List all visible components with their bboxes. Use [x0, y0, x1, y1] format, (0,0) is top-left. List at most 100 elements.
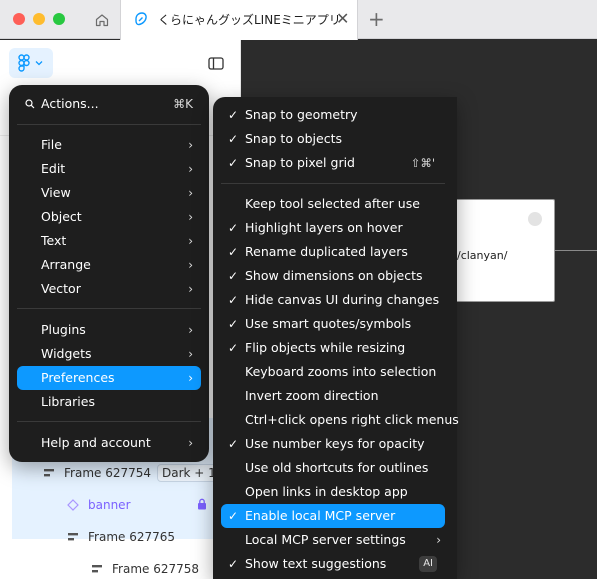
menu-item-arrange[interactable]: Arrange ›	[17, 253, 201, 277]
pref-label: Rename duplicated layers	[245, 244, 408, 259]
chevron-right-icon: ›	[436, 533, 441, 547]
menu-item-label: Arrange	[41, 257, 91, 272]
pref-label: Flip objects while resizing	[245, 340, 406, 355]
menu-item-libraries[interactable]: Libraries	[17, 390, 201, 414]
pref-label: Enable local MCP server	[245, 508, 396, 523]
pref-label: Snap to geometry	[245, 107, 358, 122]
pref-ctrl-click-menus[interactable]: Ctrl+click opens right click menus	[221, 408, 459, 432]
chevron-right-icon: ›	[188, 162, 193, 176]
pref-invert-zoom[interactable]: Invert zoom direction	[221, 384, 445, 408]
menu-divider	[17, 124, 201, 125]
menu-item-label: Object	[41, 209, 82, 224]
pref-flip-objects[interactable]: ✓ Flip objects while resizing	[221, 336, 445, 360]
pref-hide-canvas-ui[interactable]: ✓ Hide canvas UI during changes	[221, 288, 445, 312]
menu-item-vector[interactable]: Vector ›	[17, 277, 201, 301]
actions-search-item[interactable]: Actions... ⌘K	[17, 92, 201, 116]
menu-item-label: Text	[41, 233, 67, 248]
canvas-connector-line	[555, 250, 597, 251]
pref-label: Snap to objects	[245, 131, 342, 146]
canvas-frame-avatar	[528, 212, 542, 226]
pref-label: Ctrl+click opens right click menus	[245, 412, 459, 427]
lock-icon[interactable]	[197, 498, 207, 510]
pref-label: Highlight layers on hover	[245, 220, 403, 235]
pref-label: Keyboard zooms into selection	[245, 364, 437, 379]
pref-highlight-layers-on-hover[interactable]: ✓ Highlight layers on hover	[221, 216, 445, 240]
checkmark-icon: ✓	[228, 341, 239, 355]
pref-label: Use number keys for opacity	[245, 436, 425, 451]
pref-label: Invert zoom direction	[245, 388, 379, 403]
menu-item-text[interactable]: Text ›	[17, 229, 201, 253]
checkmark-icon: ✓	[228, 108, 239, 122]
window-maximize-button[interactable]	[53, 13, 65, 25]
chevron-down-icon	[35, 61, 43, 66]
tab-title: くらにゃんグッズLINEミニアプリ	[158, 13, 341, 27]
menu-item-label: Edit	[41, 161, 66, 176]
home-icon	[95, 13, 109, 26]
layer-row-frame-627754[interactable]: Frame 627754 Dark + 1	[40, 462, 221, 484]
layer-name: Frame 627754	[64, 466, 152, 480]
menu-item-label: Widgets	[41, 346, 92, 361]
checkmark-icon: ✓	[228, 221, 239, 235]
home-button[interactable]	[84, 0, 120, 39]
pref-number-keys-opacity[interactable]: ✓ Use number keys for opacity	[221, 432, 445, 456]
chevron-right-icon: ›	[188, 371, 193, 385]
window-minimize-button[interactable]	[33, 13, 45, 25]
layer-name: Frame 627758	[112, 562, 200, 576]
pref-smart-quotes[interactable]: ✓ Use smart quotes/symbols	[221, 312, 445, 336]
figma-logo-icon	[18, 54, 30, 72]
menu-divider	[221, 183, 445, 184]
pref-local-mcp-settings[interactable]: Local MCP server settings ›	[221, 528, 445, 552]
file-tab[interactable]: くらにゃんグッズLINEミニアプリ ✕	[120, 0, 358, 40]
menu-item-file[interactable]: File ›	[17, 133, 201, 157]
menu-item-help-and-account[interactable]: Help and account ›	[17, 431, 201, 455]
menu-item-widgets[interactable]: Widgets ›	[17, 342, 201, 366]
pref-keep-tool-selected[interactable]: Keep tool selected after use	[221, 192, 445, 216]
browser-tab-bar: くらにゃんグッズLINEミニアプリ ✕ +	[0, 0, 597, 40]
checkmark-icon: ✓	[228, 269, 239, 283]
pref-shortcut: ⇧⌘'	[410, 156, 435, 170]
layer-name: banner	[88, 498, 131, 512]
pref-label: Show dimensions on objects	[245, 268, 423, 283]
pref-snap-to-geometry[interactable]: ✓ Snap to geometry	[221, 103, 445, 127]
window-close-button[interactable]	[13, 13, 25, 25]
pref-show-text-suggestions[interactable]: ✓ Show text suggestions AI	[221, 552, 445, 576]
layer-name: Frame 627765	[88, 530, 176, 544]
pref-label: Hide canvas UI during changes	[245, 292, 440, 307]
close-tab-icon[interactable]: ✕	[336, 10, 349, 28]
menu-item-edit[interactable]: Edit ›	[17, 157, 201, 181]
ai-badge: AI	[419, 556, 437, 572]
main-menu-button[interactable]	[9, 48, 53, 78]
pref-show-dimensions[interactable]: ✓ Show dimensions on objects	[221, 264, 445, 288]
chevron-right-icon: ›	[188, 186, 193, 200]
menu-item-label: Plugins	[41, 322, 86, 337]
checkmark-icon: ✓	[228, 317, 239, 331]
layer-row-banner[interactable]: banner	[64, 494, 131, 516]
pref-rename-duplicated-layers[interactable]: ✓ Rename duplicated layers	[221, 240, 445, 264]
pref-open-links-desktop[interactable]: Open links in desktop app	[221, 480, 445, 504]
chevron-right-icon: ›	[188, 210, 193, 224]
pref-keyboard-zooms[interactable]: Keyboard zooms into selection	[221, 360, 445, 384]
chevron-right-icon: ›	[188, 234, 193, 248]
pref-snap-to-pixel-grid[interactable]: ✓ Snap to pixel grid ⇧⌘'	[221, 151, 445, 175]
layer-row-frame-627765[interactable]: Frame 627765	[64, 526, 175, 548]
menu-item-label: Help and account	[41, 435, 151, 450]
preferences-submenu: ✓ Snap to geometry ✓ Snap to objects ✓ S…	[213, 97, 459, 579]
checkmark-icon: ✓	[228, 437, 239, 451]
pref-old-outline-shortcuts[interactable]: Use old shortcuts for outlines	[221, 456, 445, 480]
menu-item-preferences[interactable]: Preferences ›	[17, 366, 201, 390]
menu-item-object[interactable]: Object ›	[17, 205, 201, 229]
menu-item-view[interactable]: View ›	[17, 181, 201, 205]
menu-item-plugins[interactable]: Plugins ›	[17, 318, 201, 342]
new-tab-icon[interactable]: +	[368, 8, 385, 30]
auto-layout-icon	[64, 531, 82, 543]
panel-toggle-icon[interactable]	[208, 57, 224, 70]
pref-label: Snap to pixel grid	[245, 155, 355, 170]
chevron-right-icon: ›	[188, 436, 193, 450]
menu-item-label: File	[41, 137, 62, 152]
chevron-right-icon: ›	[188, 347, 193, 361]
layer-row-frame-627758[interactable]: Frame 627758	[88, 558, 199, 579]
pref-enable-local-mcp-server[interactable]: ✓ Enable local MCP server	[221, 504, 445, 528]
variable-mode-badge[interactable]: Dark + 1	[157, 464, 221, 482]
checkmark-icon: ✓	[228, 132, 239, 146]
pref-snap-to-objects[interactable]: ✓ Snap to objects	[221, 127, 445, 151]
